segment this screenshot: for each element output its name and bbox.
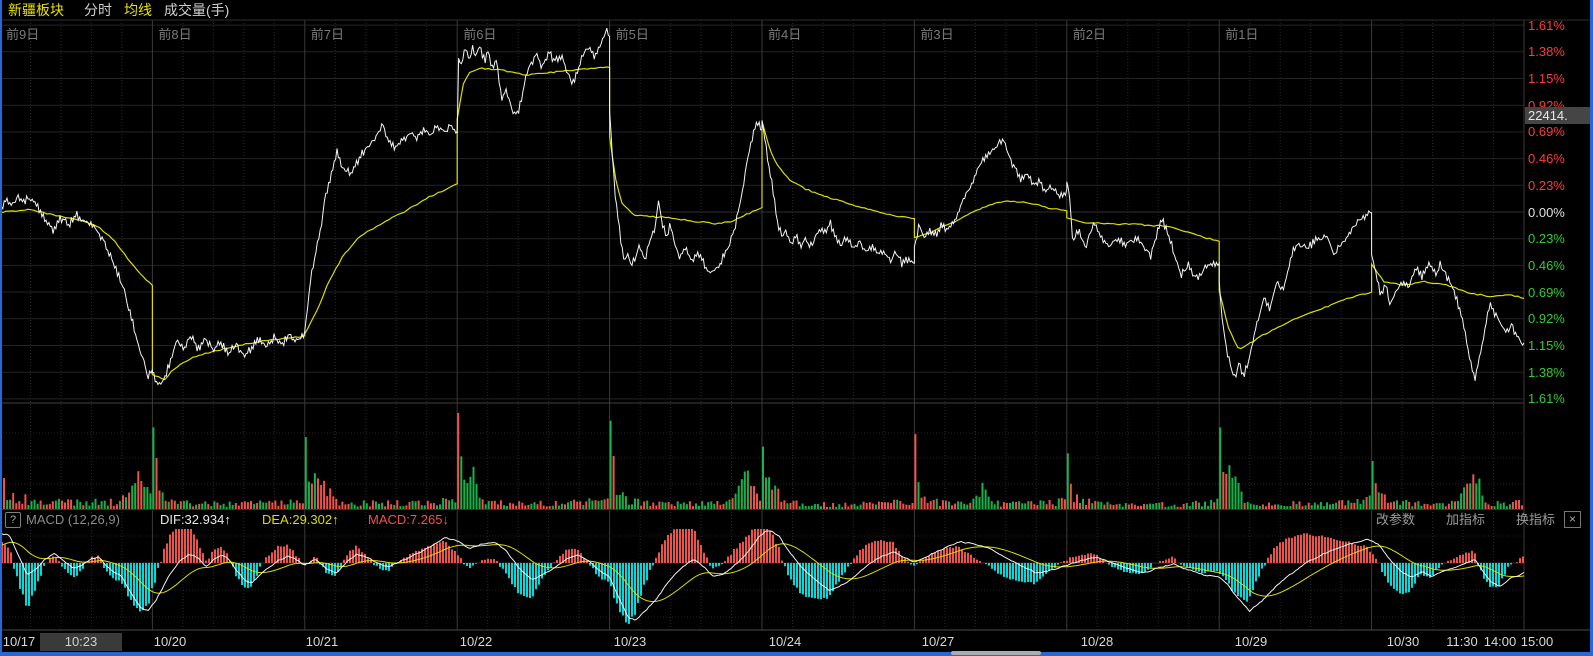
axis-tick: 0.23%	[1528, 230, 1590, 247]
axis-tick: 1.38%	[1528, 364, 1590, 381]
scrollbar-thumb[interactable]	[951, 651, 1041, 655]
dea-value: DEA:29.302↑	[262, 511, 339, 528]
day-label: 前5日	[616, 24, 649, 43]
menu-item-timeshare[interactable]: 分时	[84, 2, 112, 18]
axis-tick: 1.15%	[1528, 337, 1590, 354]
axis-tick: 1.38%	[1528, 43, 1590, 60]
axis-tick: 0.69%	[1528, 123, 1590, 140]
time-label: 10/23	[595, 634, 665, 649]
time-label: 10/21	[287, 634, 357, 649]
axis-tick: 0.00%	[1528, 204, 1590, 221]
axis-tick: 1.61%	[1528, 390, 1590, 407]
axis-tick: 0.46%	[1528, 150, 1590, 167]
day-label: 前1日	[1225, 24, 1258, 43]
time-label: 10/27	[903, 634, 973, 649]
day-label: 前7日	[311, 24, 344, 43]
day-label: 前2日	[1073, 24, 1106, 43]
day-label: 前6日	[463, 24, 496, 43]
macd-value: MACD:7.265↓	[368, 511, 449, 528]
add-indicator-button[interactable]: 加指标	[1446, 511, 1485, 528]
time-label: 10/20	[135, 634, 205, 649]
menu-item-sector[interactable]: 新疆板块	[8, 2, 64, 18]
switch-indicator-button[interactable]: 换指标	[1516, 511, 1555, 528]
axis-tick: 0.92%	[1528, 310, 1590, 327]
indicator-name[interactable]: MACD (12,26,9)	[26, 511, 120, 528]
price-badge: 22414.	[1525, 107, 1593, 124]
axis-tick: 0.23%	[1528, 177, 1590, 194]
dif-value: DIF:32.934↑	[160, 511, 231, 528]
axis-tick: 1.15%	[1528, 70, 1590, 87]
menu-item-volume[interactable]: 成交量(手)	[164, 2, 229, 18]
menu-item-ma[interactable]: 均线	[124, 2, 152, 18]
top-menu: 新疆板块 分时均线成交量(手)	[0, 0, 1593, 20]
time-label: 10/28	[1062, 634, 1132, 649]
close-icon[interactable]: ×	[1564, 511, 1581, 528]
axis-tick: 0.46%	[1528, 257, 1590, 274]
chart-canvas[interactable]	[0, 0, 1593, 656]
axis-tick: 0.69%	[1528, 284, 1590, 301]
time-label: 15:00	[1502, 634, 1572, 649]
app-root: 新疆板块 分时均线成交量(手) 前9日 前8日 前7日 前6日 前5日 前4日 前3日 前2日 前…	[0, 0, 1593, 656]
crosshair-time-badge: 10:23	[40, 633, 122, 651]
day-label: 前9日	[6, 24, 39, 43]
day-label: 前8日	[158, 24, 191, 43]
window-border-left	[0, 0, 2, 656]
window-border-bottom	[0, 652, 1593, 656]
time-label: 10/22	[441, 634, 511, 649]
time-label: 10/24	[750, 634, 820, 649]
day-label: 前3日	[920, 24, 953, 43]
indicator-bar: ? MACD (12,26,9) DIF:32.934↑ DEA:29.302↑…	[0, 510, 1593, 529]
time-label: 10/29	[1216, 634, 1286, 649]
help-icon[interactable]: ?	[5, 512, 21, 528]
day-label: 前4日	[768, 24, 801, 43]
change-params-button[interactable]: 改参数	[1376, 511, 1415, 528]
